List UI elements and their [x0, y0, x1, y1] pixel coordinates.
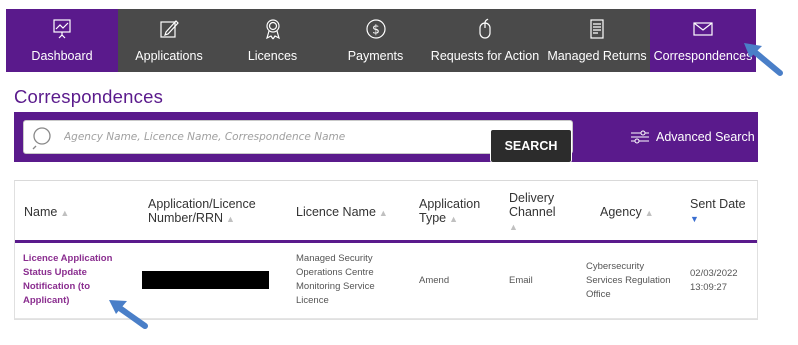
header-application-type[interactable]: Application Type ▲︎: [419, 197, 480, 226]
application-type-cell: Amend: [419, 275, 450, 286]
advanced-search-link[interactable]: Advanced Search: [630, 130, 755, 144]
edit-icon: [158, 18, 180, 40]
correspondence-name-link[interactable]: Licence Application Status Update Notifi…: [23, 252, 112, 308]
header-sent-date[interactable]: Sent Date ▼︎: [690, 197, 746, 226]
sort-icon: ▲︎: [60, 208, 70, 218]
sent-date-cell: 02/03/2022 13:09:27: [690, 268, 738, 293]
document-icon: [586, 18, 608, 40]
dollar-icon: $: [365, 18, 387, 40]
nav-label: Payments: [347, 49, 404, 63]
annotation-arrow-icon: [109, 300, 148, 329]
header-name[interactable]: Name ▲︎: [24, 205, 69, 220]
presentation-icon: [51, 18, 73, 40]
sort-desc-icon: ▼︎: [690, 214, 699, 224]
header-delivery-channel[interactable]: Delivery Channel ▲︎: [509, 191, 556, 234]
page-title: Correspondences: [14, 86, 164, 107]
nav-label: Applications: [135, 49, 203, 63]
annotation-arrow-icon: [744, 43, 783, 76]
advanced-search-label: Advanced Search: [656, 130, 755, 144]
main-nav: Dashboard Applications Licences $ Paymen…: [6, 9, 756, 72]
search-input[interactable]: [64, 123, 564, 151]
delivery-channel-cell: Email: [509, 275, 533, 286]
search-field: SEARCH: [23, 120, 573, 163]
nav-applications[interactable]: Applications: [118, 9, 220, 72]
sort-icon: ▲︎: [226, 214, 235, 224]
sort-icon: ▲︎: [378, 208, 388, 218]
mouse-icon: [474, 18, 496, 40]
header-agency[interactable]: Agency ▲︎: [600, 205, 654, 220]
nav-dashboard[interactable]: Dashboard: [6, 9, 118, 72]
nav-licences[interactable]: Licences: [220, 9, 325, 72]
sort-icon: ▲︎: [644, 208, 654, 218]
header-licence-name[interactable]: Licence Name ▲︎: [296, 205, 388, 220]
nav-correspondences[interactable]: Correspondences: [650, 9, 756, 72]
nav-label: Dashboard: [31, 49, 93, 63]
nav-label: Managed Returns: [547, 49, 647, 63]
nav-payments[interactable]: $ Payments: [325, 9, 426, 72]
redacted-application-number: [142, 271, 269, 289]
search-icon: [32, 126, 56, 155]
licence-name-cell: Managed Security Operations Centre Monit…: [296, 253, 375, 306]
award-icon: [262, 18, 284, 40]
agency-cell: Cybersecurity Services Regulation Office: [586, 261, 671, 300]
header-application-number[interactable]: Application/Licence Number/RRN ▲︎: [148, 197, 256, 226]
sliders-icon: [631, 130, 649, 144]
svg-text:$: $: [372, 23, 380, 37]
sort-icon: ▲︎: [509, 222, 518, 232]
search-button[interactable]: SEARCH: [490, 129, 572, 163]
nav-label: Licences: [247, 49, 298, 63]
nav-managed-returns[interactable]: Managed Returns: [544, 9, 650, 72]
sort-icon: ▲︎: [449, 214, 459, 224]
search-bar: SEARCH Advanced Search: [14, 112, 758, 163]
envelope-icon: [692, 18, 714, 40]
nav-label: Requests for Action: [430, 49, 540, 63]
nav-requests-for-action[interactable]: Requests for Action: [426, 9, 544, 72]
table-header: Name ▲︎ Application/Licence Number/RRN ▲︎ …: [15, 181, 757, 243]
nav-label: Correspondences: [653, 49, 753, 63]
